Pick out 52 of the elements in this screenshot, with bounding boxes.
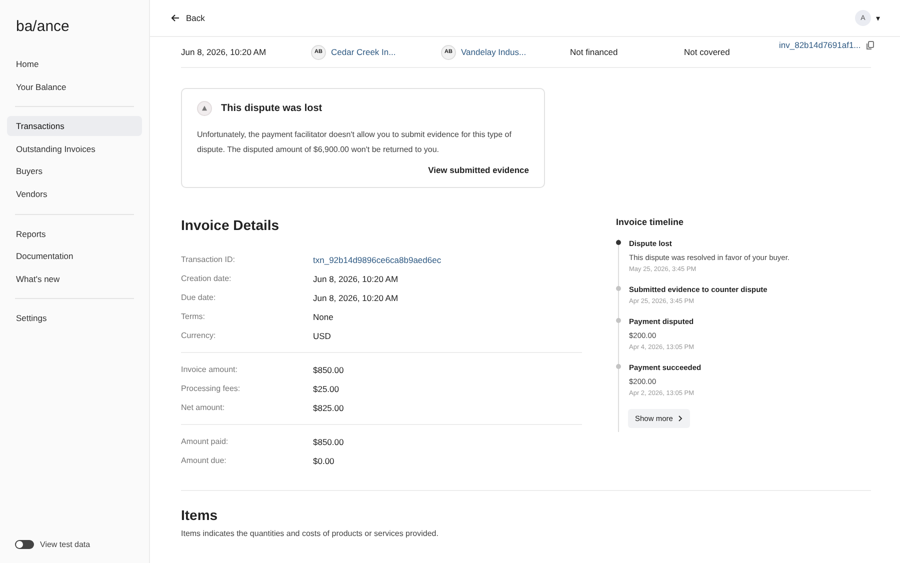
toggle-label: View test data <box>40 540 90 549</box>
sidebar-item[interactable]: What's new <box>7 268 142 289</box>
sidebar-item[interactable]: Your Balance <box>7 76 142 97</box>
date-cell-text: Jun 8, 2026, 10:20 AM <box>181 47 268 57</box>
field-label: Amount due: <box>181 456 228 465</box>
field-label: Amount paid: <box>181 437 230 446</box>
section-title: Invoice Details <box>181 217 280 233</box>
sidebar-item[interactable]: Vendors <box>7 184 142 204</box>
sidebar-item[interactable]: Documentation <box>7 246 142 266</box>
chevron-icon <box>678 415 683 422</box>
financing-cell-text: Not financed <box>570 47 619 57</box>
alert-title: This dispute was lost <box>221 103 322 114</box>
back-link[interactable]: Back <box>171 13 205 23</box>
field-value: $0.00 <box>313 456 334 466</box>
field-label: Invoice amount: <box>181 365 238 374</box>
invoice-id-link[interactable]: inv_82b14d7691af1... <box>779 40 861 50</box>
field-value: USD <box>313 330 331 340</box>
warning-icon <box>197 101 212 116</box>
toggle-switch[interactable] <box>15 540 34 549</box>
sidebar-item[interactable]: Reports <box>7 224 142 244</box>
timeline-title: Invoice timeline <box>616 217 685 227</box>
field-value: $825.00 <box>313 402 344 412</box>
field-label: Due date: <box>181 293 217 302</box>
buyer-link[interactable]: Cedar Creek In... <box>331 47 396 57</box>
alert-message: Unfortunately, the payment facilitator doesn't allow you to submit evidence for this type of dispute. The disputed amount of $6,900.00 won't be returned to you. <box>197 129 512 156</box>
caret-icon[interactable]: ▾ <box>876 14 880 22</box>
field-value: Jun 8, 2026, 10:20 AM <box>313 292 398 302</box>
sidebar-item[interactable]: Transactions <box>7 116 142 136</box>
field-value: $850.00 <box>313 436 344 446</box>
field-value: $850.00 <box>313 364 344 374</box>
sidebar-item[interactable]: Home <box>7 54 142 74</box>
section-description: Items indicates the quantities and costs of products or services provided. <box>181 529 440 538</box>
arrow-left-icon <box>171 14 180 22</box>
section-title: Items <box>181 507 219 523</box>
view-evidence-link[interactable]: View submitted evidence <box>428 165 529 175</box>
sidebar-item[interactable]: Outstanding Invoices <box>7 138 142 159</box>
sidebar-item[interactable]: Buyers <box>7 161 142 182</box>
vendor-link[interactable]: Vandelay Indus... <box>461 47 526 57</box>
brand-logo: ba/ance <box>15 17 70 37</box>
field-value: $25.00 <box>313 384 339 394</box>
sidebar-item[interactable]: Settings <box>7 308 142 328</box>
coverage-cell-text: Not covered <box>684 47 731 57</box>
field-label: Creation date: <box>181 274 232 283</box>
field-label: Transaction ID: <box>181 255 236 264</box>
field-label: Net amount: <box>181 403 226 412</box>
transaction-id-link[interactable]: txn_92b14d9896ce6ca8b9aed6ec <box>313 254 442 264</box>
field-label: Currency: <box>181 331 217 340</box>
copy-icon[interactable] <box>866 40 874 50</box>
field-label: Terms: <box>181 312 206 321</box>
field-value: None <box>313 312 334 322</box>
field-label: Processing fees: <box>181 384 242 393</box>
field-value: Jun 8, 2026, 10:20 AM <box>313 274 398 284</box>
